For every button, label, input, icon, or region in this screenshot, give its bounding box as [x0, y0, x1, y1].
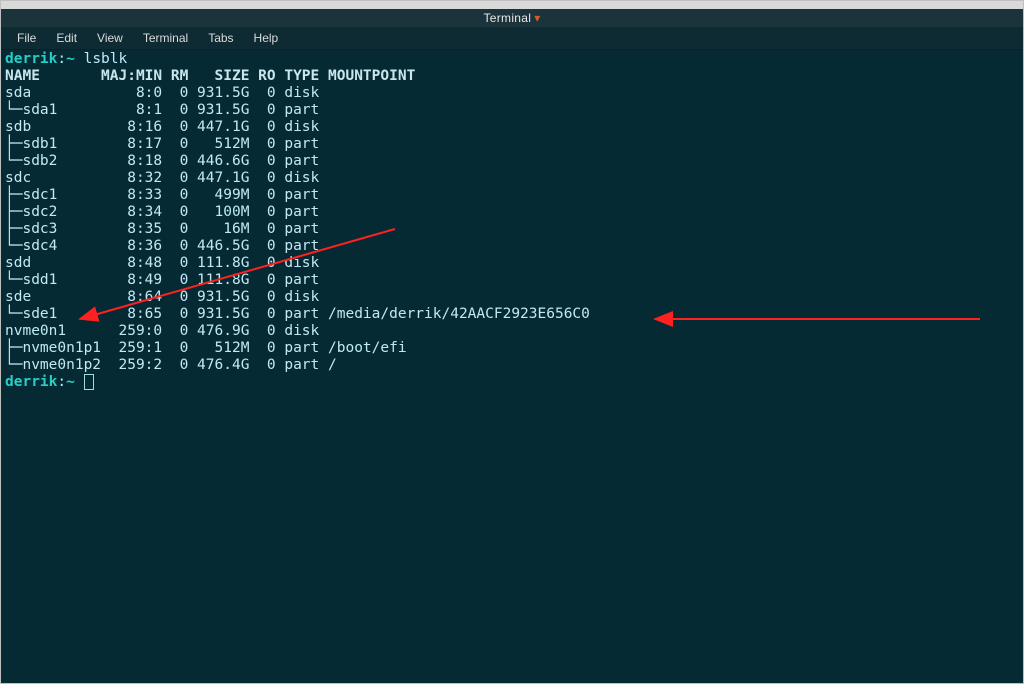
menu-edit[interactable]: Edit	[46, 28, 87, 48]
terminal-window: Terminal▾ File Edit View Terminal Tabs H…	[0, 0, 1024, 684]
top-strip	[1, 1, 1023, 9]
menu-file[interactable]: File	[7, 28, 46, 48]
menu-help[interactable]: Help	[244, 28, 289, 48]
menu-tabs[interactable]: Tabs	[198, 28, 243, 48]
menu-terminal[interactable]: Terminal	[133, 28, 198, 48]
cursor	[84, 374, 94, 390]
menu-bar: File Edit View Terminal Tabs Help	[1, 27, 1023, 50]
terminal-area[interactable]: derrik:~ lsblk NAME MAJ:MIN RM SIZE RO T…	[5, 51, 1019, 679]
window-title: Terminal	[483, 11, 531, 25]
title-dash: ▾	[531, 11, 540, 25]
title-bar: Terminal▾	[1, 9, 1023, 27]
menu-view[interactable]: View	[87, 28, 133, 48]
